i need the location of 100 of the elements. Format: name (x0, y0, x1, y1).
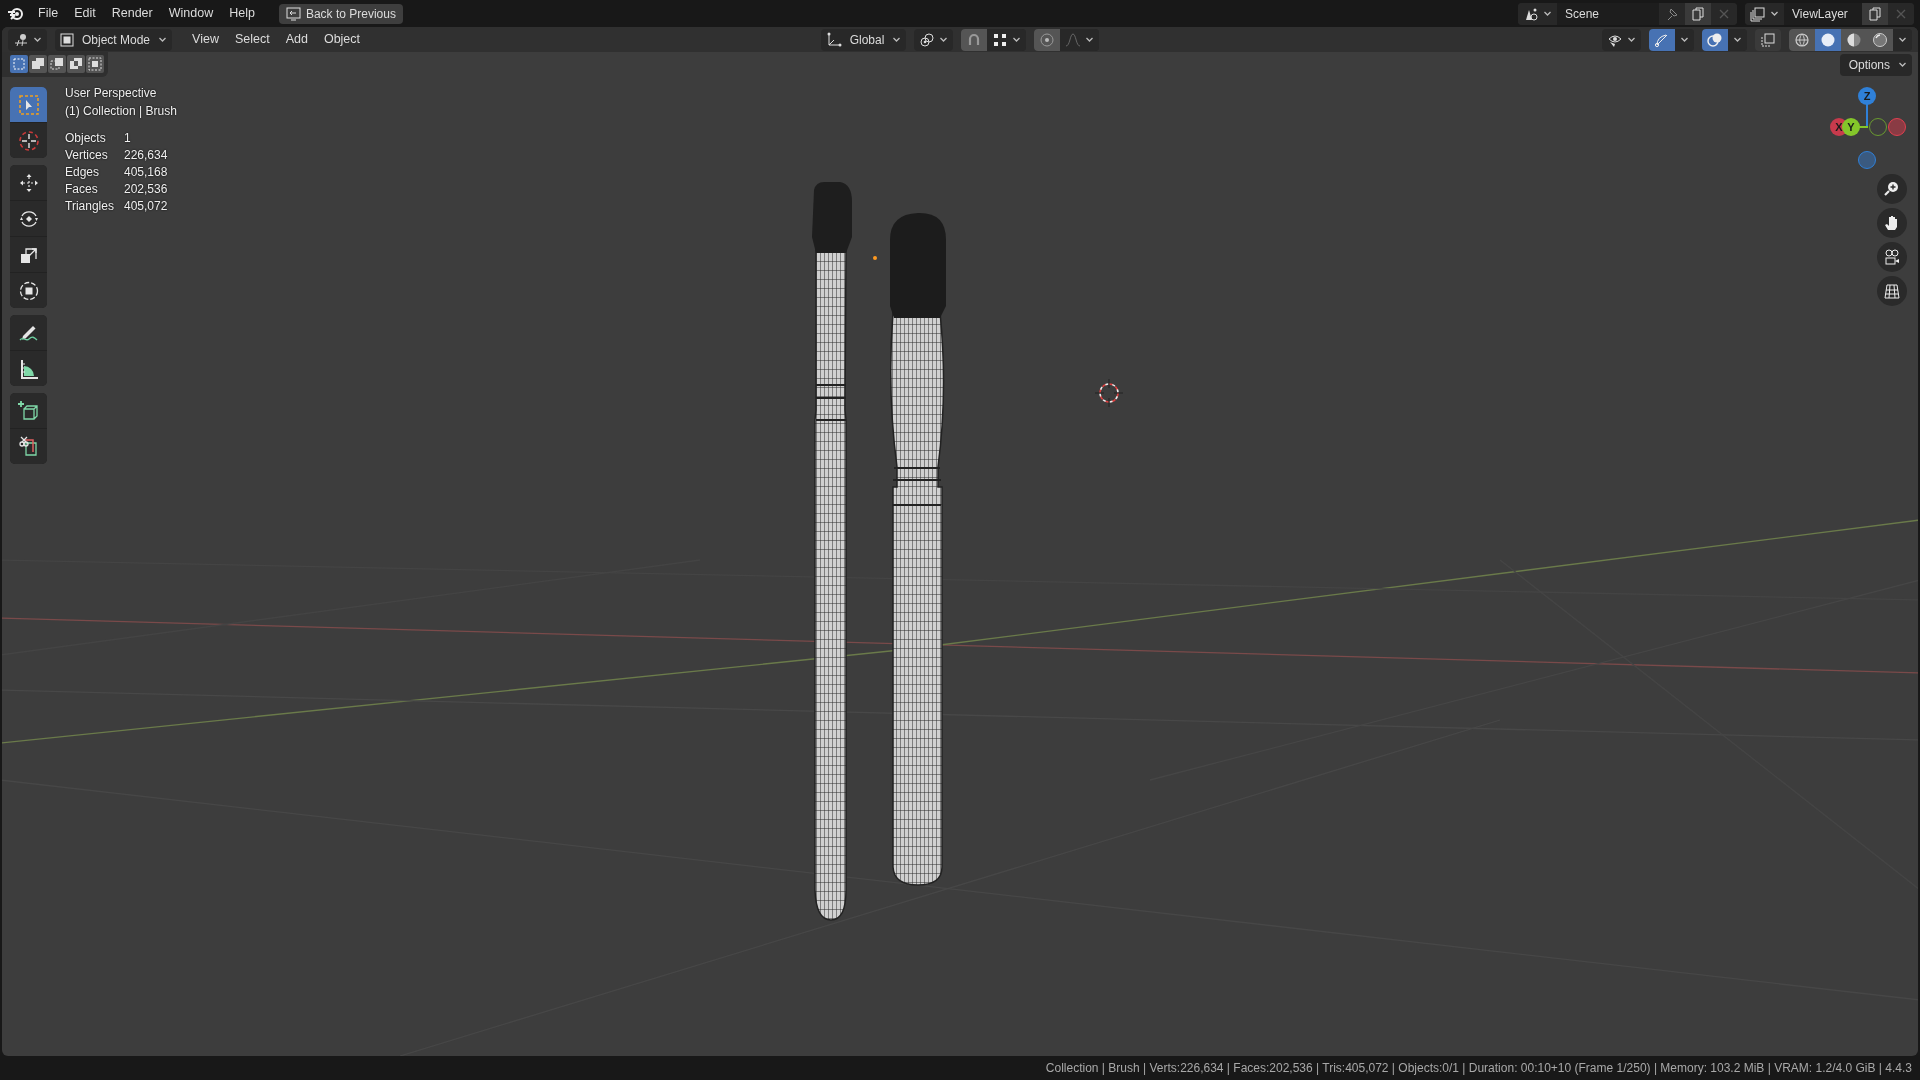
selection-mode-button[interactable] (10, 55, 28, 73)
copy-icon (1867, 5, 1883, 22)
axis-lines-drawing (1859, 103, 1869, 129)
selection-mode-button[interactable] (29, 55, 47, 73)
origin-dot-icon (873, 256, 877, 260)
shading-mode-button[interactable] (1815, 28, 1841, 51)
add-cube-tool-button[interactable] (10, 393, 47, 428)
back-to-previous-button[interactable]: Back to Previous (278, 3, 403, 24)
menu-item[interactable]: Edit (66, 5, 104, 22)
overlays-icon (1707, 31, 1723, 48)
caret-icon (1680, 35, 1689, 44)
grid-icon (1883, 282, 1901, 300)
caret-icon (33, 35, 42, 44)
measure-tool-button[interactable] (10, 351, 47, 386)
transform-tool-button[interactable] (10, 273, 47, 308)
selection-mode-icon (12, 57, 26, 71)
active-object-label: (1) Collection | Brush (65, 103, 177, 120)
view-layer-name-field[interactable]: ViewLayer (1784, 2, 1862, 25)
zoom-button[interactable] (1877, 174, 1907, 204)
proportional-edit-toggle[interactable] (1034, 28, 1061, 51)
mode-dropdown[interactable]: Object Mode (55, 28, 173, 51)
falloff-curve-icon (1065, 31, 1082, 48)
caret-icon (1770, 9, 1779, 18)
material-sphere-icon (1846, 31, 1862, 48)
scale-tool-button[interactable] (10, 237, 47, 272)
object-mode-icon (60, 32, 74, 47)
stat-label: Objects (65, 130, 107, 147)
status-bar-text: Collection | Brush | Verts:226,634 | Faces:202,536 | Tris:405,072 | Objects:0/1 | Duration: 00:10+10 (Frame 1/250) | Memory: 103.2 MiB | VRAM: 1.2/4.0 GiB | 4.4.3 (1045, 1060, 1912, 1077)
3d-cursor-icon (16, 128, 41, 153)
xray-icon (1760, 31, 1776, 48)
orientation-dropdown[interactable]: Global (820, 28, 907, 51)
overlays-toggle[interactable] (1702, 28, 1728, 51)
camera-icon (1883, 248, 1901, 266)
camera-view-button[interactable] (1877, 242, 1907, 272)
caret-icon (1012, 35, 1022, 44)
header-menu-item[interactable]: Select (226, 31, 278, 48)
selection-mode-button[interactable] (67, 55, 85, 73)
axis-handle[interactable]: Z (1858, 87, 1876, 105)
solid-sphere-icon (1820, 31, 1836, 48)
menu-item[interactable]: Help (221, 5, 263, 22)
negative-axis-handle[interactable] (1888, 118, 1906, 136)
caret-icon (892, 35, 902, 44)
selection-mode-icon (31, 57, 45, 71)
header-menu-item[interactable]: Add (277, 31, 316, 48)
selection-mode-icon (50, 57, 64, 71)
pivot-dropdown[interactable] (914, 28, 954, 51)
stat-value: 226,634 (124, 147, 168, 164)
target-circle-icon (1039, 31, 1056, 48)
cut-cube-tool-button[interactable] (10, 429, 47, 464)
gizmo-toggle[interactable] (1649, 28, 1675, 51)
monitor-back-icon (285, 6, 301, 21)
3d-cursor-icon (1094, 378, 1124, 408)
new-scene-button[interactable] (1685, 2, 1711, 25)
stat-label: Faces (65, 181, 99, 198)
editor-type-button[interactable] (8, 28, 47, 51)
shading-mode-button[interactable] (1789, 28, 1815, 51)
move-tool-button[interactable] (10, 165, 47, 200)
stat-value: 405,072 (124, 198, 168, 215)
layers-icon (1750, 5, 1766, 22)
stat-label: Triangles (65, 198, 115, 215)
selection-mode-button[interactable] (86, 55, 104, 73)
new-view-layer-button[interactable] (1862, 2, 1888, 25)
caret-icon (939, 35, 949, 44)
annotate-tool-button[interactable] (10, 315, 47, 350)
options-dropdown[interactable]: Options (1839, 53, 1912, 76)
selection-mode-button[interactable] (48, 55, 66, 73)
shading-mode-button[interactable] (1841, 28, 1867, 51)
cursor-tool-button[interactable] (10, 123, 47, 158)
scene-name-field[interactable]: Scene (1557, 2, 1659, 25)
header-menu-item[interactable]: View (184, 31, 227, 48)
3d-viewport-icon (13, 31, 29, 48)
gizmo-arrows-icon (1654, 31, 1670, 48)
axis-handle[interactable]: Y (1842, 118, 1860, 136)
selection-mode-icon (88, 57, 102, 71)
add-cube-icon (16, 398, 41, 423)
caret-icon (1543, 9, 1552, 18)
axes-icon (825, 31, 842, 48)
shading-mode-button[interactable] (1867, 28, 1893, 51)
selection-mode-icon (69, 57, 83, 71)
rendered-sphere-icon (1872, 31, 1888, 48)
caret-icon (1898, 35, 1907, 44)
caret-icon (1085, 35, 1095, 44)
pivot-icon (919, 31, 936, 48)
rotate-tool-button[interactable] (10, 201, 47, 236)
caret-icon (1733, 35, 1742, 44)
menu-item[interactable]: Window (160, 5, 222, 22)
snap-toggle[interactable] (961, 28, 988, 51)
projection-toggle-button[interactable] (1877, 276, 1907, 306)
negative-axis-handle[interactable] (1858, 151, 1876, 169)
xray-toggle[interactable] (1755, 28, 1781, 51)
select-box-icon (16, 92, 41, 117)
menu-item[interactable]: Render (103, 5, 161, 22)
caret-icon (158, 35, 168, 44)
visibility-dropdown[interactable] (1602, 28, 1641, 51)
header-menu-item[interactable]: Object (315, 31, 369, 48)
view-name: User Perspective (65, 85, 158, 102)
menu-item[interactable]: File (30, 5, 67, 22)
pan-button[interactable] (1877, 208, 1907, 238)
stat-value: 405,168 (124, 164, 168, 181)
caret-icon (1898, 60, 1907, 69)
